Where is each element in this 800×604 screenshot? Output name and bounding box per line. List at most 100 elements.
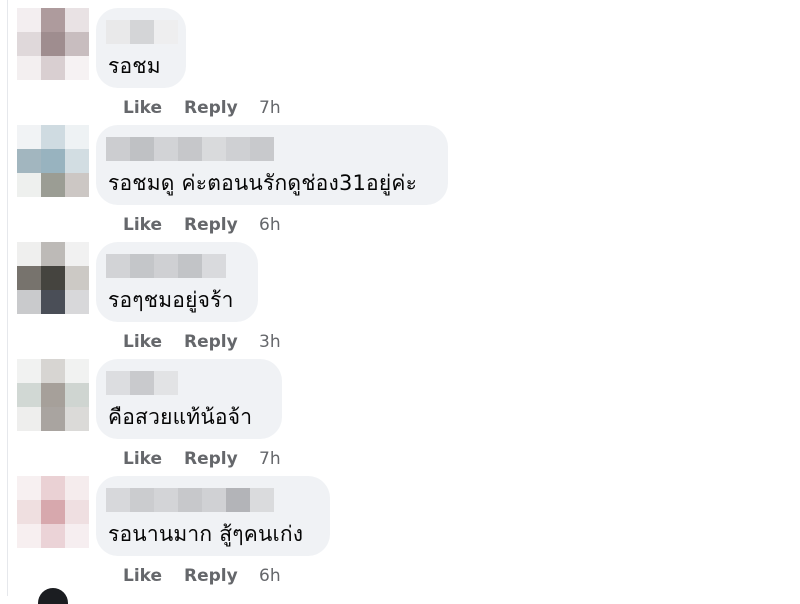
avatar-pixel xyxy=(65,476,89,500)
avatar-pixel xyxy=(65,359,89,383)
reply-button[interactable]: Reply xyxy=(184,566,238,586)
avatar-pixel xyxy=(41,383,65,407)
avatar-pixel xyxy=(17,242,41,266)
comment-text: คือสวยแท้น้อจ้า xyxy=(108,405,253,429)
avatar-pixel xyxy=(17,32,41,56)
like-button[interactable]: Like xyxy=(123,332,162,352)
name-blur-pixel xyxy=(202,254,226,278)
avatar-pixel xyxy=(17,8,41,32)
avatar-pixel xyxy=(41,149,65,173)
avatar-pixel xyxy=(17,524,41,548)
avatar-pixel xyxy=(41,8,65,32)
avatar-pixel xyxy=(17,500,41,524)
avatar-pixel xyxy=(17,407,41,431)
timestamp[interactable]: 7h xyxy=(259,449,281,469)
timestamp[interactable]: 6h xyxy=(259,215,281,235)
author-name[interactable] xyxy=(106,20,178,44)
avatar[interactable] xyxy=(17,359,89,431)
name-blur-pixel xyxy=(250,137,274,161)
name-blur-pixel xyxy=(154,254,178,278)
avatar-pixel xyxy=(65,32,89,56)
comment-bubble: รอๆชมอยู่จร้า xyxy=(96,242,258,322)
name-blur-pixel xyxy=(226,137,250,161)
avatar-pixel xyxy=(65,266,89,290)
name-blur-pixel xyxy=(106,254,130,278)
avatar-pixel xyxy=(17,290,41,314)
avatar-pixel xyxy=(41,173,65,197)
avatar-pixel xyxy=(65,290,89,314)
avatar-pixel xyxy=(17,383,41,407)
reply-button[interactable]: Reply xyxy=(184,215,238,235)
like-button[interactable]: Like xyxy=(123,449,162,469)
comment-item: รอชมดู ค่ะตอนนรักดูช่อง31อยู่ค่ะ Like Re… xyxy=(0,125,800,242)
name-blur-pixel xyxy=(202,488,226,512)
avatar-pixel xyxy=(41,500,65,524)
avatar-pixel xyxy=(17,173,41,197)
avatar-pixel xyxy=(41,56,65,80)
reply-button[interactable]: Reply xyxy=(184,98,238,118)
author-name[interactable] xyxy=(106,371,178,395)
avatar-pixel xyxy=(17,266,41,290)
avatar[interactable] xyxy=(17,125,89,197)
name-blur-pixel xyxy=(130,254,154,278)
comment-text: รอนานมาก สู้ๆคนเก่ง xyxy=(108,522,304,546)
avatar-pixel xyxy=(41,125,65,149)
timestamp[interactable]: 7h xyxy=(259,98,281,118)
like-button[interactable]: Like xyxy=(123,566,162,586)
avatar-pixel xyxy=(17,359,41,383)
avatar-pixel xyxy=(17,149,41,173)
timestamp[interactable]: 6h xyxy=(259,566,281,586)
name-blur-pixel xyxy=(178,254,202,278)
avatar-pixel xyxy=(65,242,89,266)
comment-bubble: รอนานมาก สู้ๆคนเก่ง xyxy=(96,476,330,556)
name-blur-pixel xyxy=(154,371,178,395)
avatar-pixel xyxy=(17,56,41,80)
avatar-pixel xyxy=(41,476,65,500)
name-blur-pixel xyxy=(130,371,154,395)
author-name[interactable] xyxy=(106,137,274,161)
name-blur-pixel xyxy=(130,20,154,44)
avatar[interactable] xyxy=(17,242,89,314)
like-button[interactable]: Like xyxy=(123,98,162,118)
name-blur-pixel xyxy=(178,137,202,161)
name-blur-pixel xyxy=(250,488,274,512)
avatar-pixel xyxy=(41,290,65,314)
comment-bubble: คือสวยแท้น้อจ้า xyxy=(96,359,282,439)
avatar-pixel xyxy=(41,524,65,548)
name-blur-pixel xyxy=(178,488,202,512)
avatar-pixel xyxy=(65,407,89,431)
avatar[interactable] xyxy=(17,8,89,80)
comment-item: รอชม Like Reply 7h xyxy=(0,8,800,125)
avatar-pixel xyxy=(17,476,41,500)
name-blur-pixel xyxy=(154,20,178,44)
name-blur-pixel xyxy=(226,488,250,512)
avatar-pixel xyxy=(17,125,41,149)
avatar-pixel xyxy=(65,173,89,197)
avatar-pixel xyxy=(65,383,89,407)
comment-text: รอๆชมอยู่จร้า xyxy=(108,288,234,312)
avatar-pixel xyxy=(41,359,65,383)
avatar[interactable] xyxy=(17,476,89,548)
author-name[interactable] xyxy=(106,488,274,512)
timestamp[interactable]: 3h xyxy=(259,332,281,352)
avatar-pixel xyxy=(41,32,65,56)
comment-item: คือสวยแท้น้อจ้า Like Reply 7h xyxy=(0,359,800,476)
comment-text: รอชม xyxy=(108,54,161,78)
avatar-pixel xyxy=(65,8,89,32)
name-blur-pixel xyxy=(130,488,154,512)
name-blur-pixel xyxy=(130,137,154,161)
comment-item: รอนานมาก สู้ๆคนเก่ง Like Reply 6h xyxy=(0,476,800,593)
comment-bubble: รอชมดู ค่ะตอนนรักดูช่อง31อยู่ค่ะ xyxy=(96,125,448,205)
avatar-pixel xyxy=(65,524,89,548)
name-blur-pixel xyxy=(106,371,130,395)
reply-button[interactable]: Reply xyxy=(184,332,238,352)
avatar-pixel xyxy=(41,242,65,266)
avatar-pixel xyxy=(41,266,65,290)
like-button[interactable]: Like xyxy=(123,215,162,235)
reply-button[interactable]: Reply xyxy=(184,449,238,469)
name-blur-pixel xyxy=(154,488,178,512)
avatar-pixel xyxy=(65,149,89,173)
name-blur-pixel xyxy=(154,137,178,161)
name-blur-pixel xyxy=(202,137,226,161)
author-name[interactable] xyxy=(106,254,226,278)
